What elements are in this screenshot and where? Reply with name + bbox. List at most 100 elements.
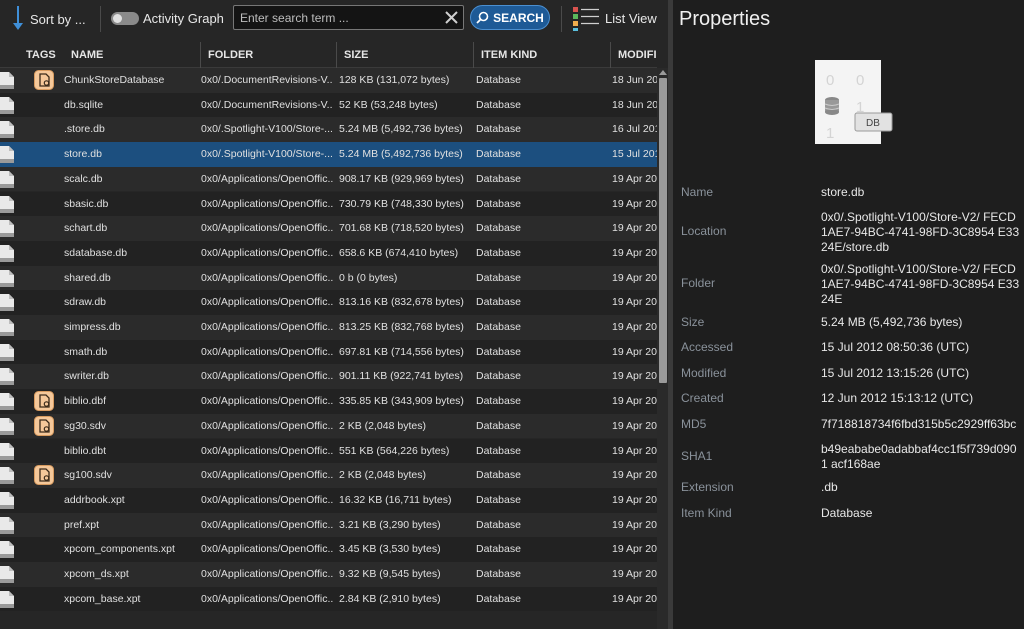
table-row[interactable]: sg100.sdv 0x0/Applications/OpenOffic... 2 …	[0, 463, 657, 488]
column-folder[interactable]: FOLDER	[200, 42, 336, 68]
cell-size: 2.84 KB (2,910 bytes)	[339, 592, 441, 605]
cell-folder: 0x0/.DocumentRevisions-V...	[201, 74, 333, 86]
table-row[interactable]: sdatabase.db 0x0/Applications/OpenOffic..…	[0, 240, 657, 266]
table-row[interactable]: xpcom_ds.xpt 0x0/Applications/OpenOffic..…	[0, 562, 657, 587]
table-row[interactable]: sdraw.db 0x0/Applications/OpenOffic... 813…	[0, 290, 657, 315]
cell-name: simpress.db	[64, 321, 121, 333]
file-icon	[0, 343, 14, 361]
search-button[interactable]: SEARCH	[470, 5, 550, 30]
cell-folder: 0x0/Applications/OpenOffic...	[201, 222, 333, 235]
cell-folder: 0x0/Applications/OpenOffic...	[201, 469, 333, 482]
cell-size: 3.21 KB (3,290 bytes)	[339, 518, 441, 531]
file-icon	[0, 319, 14, 336]
cell-modified: 19 Apr 20	[612, 518, 657, 531]
table-row[interactable]: smath.db 0x0/Applications/OpenOffic... 697…	[0, 339, 657, 365]
cell-name: sg30.sdv	[64, 419, 107, 432]
scrollbar-thumb[interactable]	[659, 78, 667, 383]
scroll-up-icon[interactable]	[659, 70, 667, 75]
table-row[interactable]: sg30.sdv 0x0/Applications/OpenOffic... 2 K…	[0, 413, 657, 439]
cell-size: 730.79 KB (748,330 bytes)	[339, 197, 464, 210]
cell-modified: 19 Apr 20	[612, 543, 657, 556]
cell-item-kind: Database	[476, 296, 521, 309]
property-label: MD5	[681, 417, 707, 431]
table-row[interactable]: swriter.db 0x0/Applications/OpenOffic... 9…	[0, 364, 657, 390]
file-icon	[0, 244, 14, 262]
tag-icon[interactable]	[34, 465, 54, 486]
cell-name: xpcom_ds.xpt	[64, 568, 129, 580]
cell-modified: 16 Jul 201	[612, 123, 657, 136]
property-value: 7f718818734f6fbd315b5c2929ff63bc	[821, 417, 1017, 431]
table-row[interactable]: simpress.db 0x0/Applications/OpenOffic...…	[0, 315, 657, 340]
cell-modified: 19 Apr 20	[612, 197, 657, 210]
cell-size: 901.11 KB (922,741 bytes)	[339, 370, 464, 383]
cell-name: sbasic.db	[64, 197, 109, 210]
preview-badge: DB	[866, 118, 880, 129]
sort-label: Sort by ...	[30, 11, 86, 27]
list-view-icon[interactable]	[571, 5, 601, 33]
file-icon	[0, 195, 14, 213]
table-row[interactable]: biblio.dbt 0x0/Applications/OpenOffic... 5…	[0, 438, 657, 464]
column-tags[interactable]: TAGS	[19, 42, 64, 68]
file-icon	[0, 541, 14, 559]
cell-size: 813.25 KB (832,768 bytes)	[339, 321, 464, 333]
table-row[interactable]: db.sqlite 0x0/.DocumentRevisions-V... 52 K…	[0, 92, 657, 118]
cell-size: 16.32 KB (16,711 bytes)	[339, 493, 452, 506]
column-header: TAGS NAME FOLDER SIZE ITEM KIND MODIFI	[0, 42, 657, 68]
cell-folder: 0x0/.DocumentRevisions-V...	[201, 98, 333, 111]
cell-name: xpcom_components.xpt	[64, 543, 175, 556]
cell-name: shared.db	[64, 271, 111, 284]
table-row[interactable]: xpcom_components.xpt 0x0/Applications/Ope…	[0, 537, 657, 562]
tag-icon[interactable]	[34, 415, 54, 436]
property-value: 12 Jun 2012 15:13:12 (UTC)	[821, 391, 974, 405]
activity-graph-toggle[interactable]	[111, 12, 139, 25]
tag-icon[interactable]	[34, 70, 54, 90]
search-input[interactable]	[240, 9, 440, 26]
table-row[interactable]: addrbook.xpt 0x0/Applications/OpenOffic..…	[0, 487, 657, 513]
cell-folder: 0x0/Applications/OpenOffic...	[201, 543, 333, 556]
table-row[interactable]: ChunkStoreDatabase 0x0/.DocumentRevisions…	[0, 68, 657, 93]
table-row[interactable]: sbasic.db 0x0/Applications/OpenOffic... 73…	[0, 191, 657, 217]
cell-folder: 0x0/Applications/OpenOffic...	[201, 271, 333, 284]
cell-item-kind: Database	[476, 469, 521, 482]
cell-name: sg100.sdv	[64, 469, 112, 482]
cell-folder: 0x0/Applications/OpenOffic...	[201, 370, 333, 383]
property-label: Modified	[681, 366, 727, 380]
file-preview-thumbnail: 0 0 1 1 DB	[815, 60, 893, 144]
table-row[interactable]: store.db 0x0/.Spotlight-V100/Store-... 5.2…	[0, 142, 657, 167]
table-row[interactable]: .store.db 0x0/.Spotlight-V100/Store-... 5.…	[0, 117, 657, 143]
cell-size: 128 KB (131,072 bytes)	[339, 74, 450, 86]
cell-folder: 0x0/Applications/OpenOffic...	[201, 518, 333, 531]
cell-folder: 0x0/.Spotlight-V100/Store-...	[201, 148, 333, 161]
column-size[interactable]: SIZE	[336, 42, 472, 68]
file-icon	[0, 590, 14, 608]
table-row[interactable]: schart.db 0x0/Applications/OpenOffic... 70…	[0, 216, 657, 241]
toolbar-divider	[100, 6, 101, 32]
cell-size: 2 KB (2,048 bytes)	[339, 419, 426, 432]
cell-name: db.sqlite	[64, 98, 104, 111]
table-row[interactable]: biblio.dbf 0x0/Applications/OpenOffic... 3…	[0, 389, 657, 414]
cell-item-kind: Database	[476, 172, 521, 185]
column-modified[interactable]: MODIFI	[610, 42, 657, 68]
cell-modified: 18 Jun 20	[612, 74, 657, 86]
preview-digit: 0	[856, 72, 864, 89]
vertical-scrollbar[interactable]	[657, 68, 668, 629]
cell-name: smath.db	[64, 345, 108, 358]
sort-button[interactable]: Sort by ...	[12, 6, 86, 31]
table-row[interactable]: xpcom_base.xpt 0x0/Applications/OpenOffic…	[0, 586, 657, 612]
cell-size: 2 KB (2,048 bytes)	[339, 469, 426, 482]
property-label: Accessed	[681, 340, 734, 354]
list-view-label[interactable]: List View	[605, 11, 657, 26]
cell-size: 551 KB (564,226 bytes)	[339, 444, 450, 457]
file-icon	[0, 96, 14, 114]
column-name[interactable]: NAME	[64, 42, 196, 68]
file-icon	[0, 121, 14, 139]
cell-modified: 19 Apr 20	[612, 271, 657, 284]
column-item-kind[interactable]: ITEM KIND	[473, 42, 609, 68]
cell-size: 701.68 KB (718,520 bytes)	[339, 222, 464, 235]
clear-icon[interactable]	[444, 10, 459, 25]
table-row[interactable]: shared.db 0x0/Applications/OpenOffic... 0 …	[0, 265, 657, 291]
table-row[interactable]: scalc.db 0x0/Applications/OpenOffic... 908…	[0, 166, 657, 192]
table-row[interactable]: pref.xpt 0x0/Applications/OpenOffic... 3.2…	[0, 512, 657, 538]
cell-folder: 0x0/Applications/OpenOffic...	[201, 296, 333, 309]
tag-icon[interactable]	[34, 391, 54, 412]
